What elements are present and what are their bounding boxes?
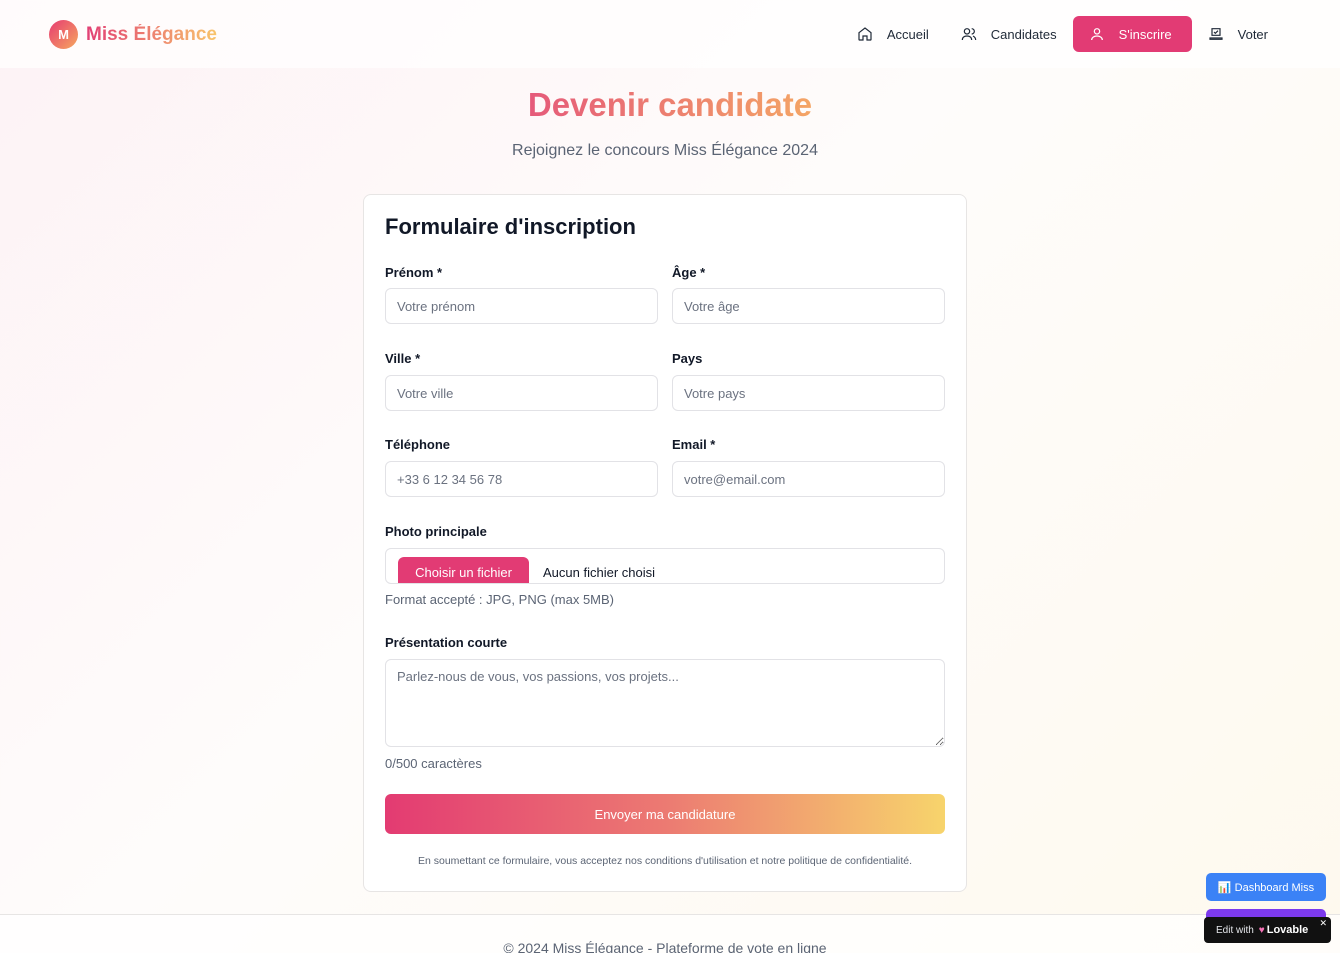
footer-copyright: © 2024 Miss Élégance - Plateforme de vot… [503,940,827,953]
edit-with-label: Edit with [1216,924,1254,936]
age-input[interactable] [672,288,945,324]
nav-item-label: Voter [1237,26,1268,42]
character-counter: 0/500 caractères [385,756,482,771]
photo-file-input[interactable]: Choisir un fichier Aucun fichier choisi [385,548,945,584]
telephone-input[interactable] [385,461,658,497]
footer: © 2024 Miss Élégance - Plateforme de vot… [0,914,1340,953]
page-title: Devenir candidate [527,86,813,123]
users-icon [961,28,977,41]
choose-file-button[interactable]: Choisir un fichier [398,557,529,583]
lovable-heart-icon: ♥ [1258,924,1265,936]
file-status: Aucun fichier choisi [543,565,655,580]
pays-input[interactable] [672,375,945,411]
header: M Miss Élégance Accueil Candidates S'ins… [0,0,1340,68]
ville-label: Ville * [385,351,421,366]
nav-item-label: Candidates [990,26,1057,42]
nav-item-candidates[interactable]: Candidates [945,16,1073,52]
brand-link[interactable]: M Miss Élégance [49,20,217,49]
page-subtitle: Rejoignez le concours Miss Élégance 2024 [512,142,818,159]
registration-form-card: Formulaire d'inscription Prénom * Âge * … [363,194,967,892]
ville-input[interactable] [385,375,658,411]
presentation-label: Présentation courte [385,635,508,650]
brand-logo: M [49,20,78,49]
terms-notice: En soumettant ce formulaire, vous accept… [417,855,913,867]
brand-name: Miss Élégance [86,23,217,45]
home-icon [858,27,872,41]
photo-format-hint: Format accepté : JPG, PNG (max 5MB) [385,592,614,607]
photo-label: Photo principale [385,524,487,539]
telephone-label: Téléphone [385,437,451,452]
nav-item-accueil[interactable]: Accueil [841,16,945,52]
user-icon [1090,28,1103,41]
pays-label: Pays [672,351,703,366]
email-label: Email * [672,437,716,452]
email-input[interactable] [672,461,945,497]
dashboard-miss-button[interactable]: 📊 Dashboard Miss [1206,873,1326,901]
presentation-textarea[interactable] [385,659,945,747]
nav-item-sinscrire[interactable]: S'inscrire [1072,16,1192,52]
nav-item-label: Accueil [886,26,929,42]
nav-item-voter[interactable]: Voter [1192,16,1284,52]
form-title: Formulaire d'inscription [385,214,636,239]
nav-item-label: S'inscrire [1118,26,1172,42]
edit-with-lovable-badge[interactable]: Edit with ♥ Lovable ✕ [1204,917,1331,943]
prenom-label: Prénom * [385,265,443,280]
submit-application-button[interactable]: Envoyer ma candidature [385,794,945,834]
prenom-input[interactable] [385,288,658,324]
close-icon[interactable]: ✕ [1319,918,1327,929]
vote-icon [1209,28,1223,40]
age-label: Âge * [672,265,706,280]
main-nav: Accueil Candidates S'inscrire Voter [841,16,1284,52]
lovable-brand-label: Lovable [1266,924,1309,936]
